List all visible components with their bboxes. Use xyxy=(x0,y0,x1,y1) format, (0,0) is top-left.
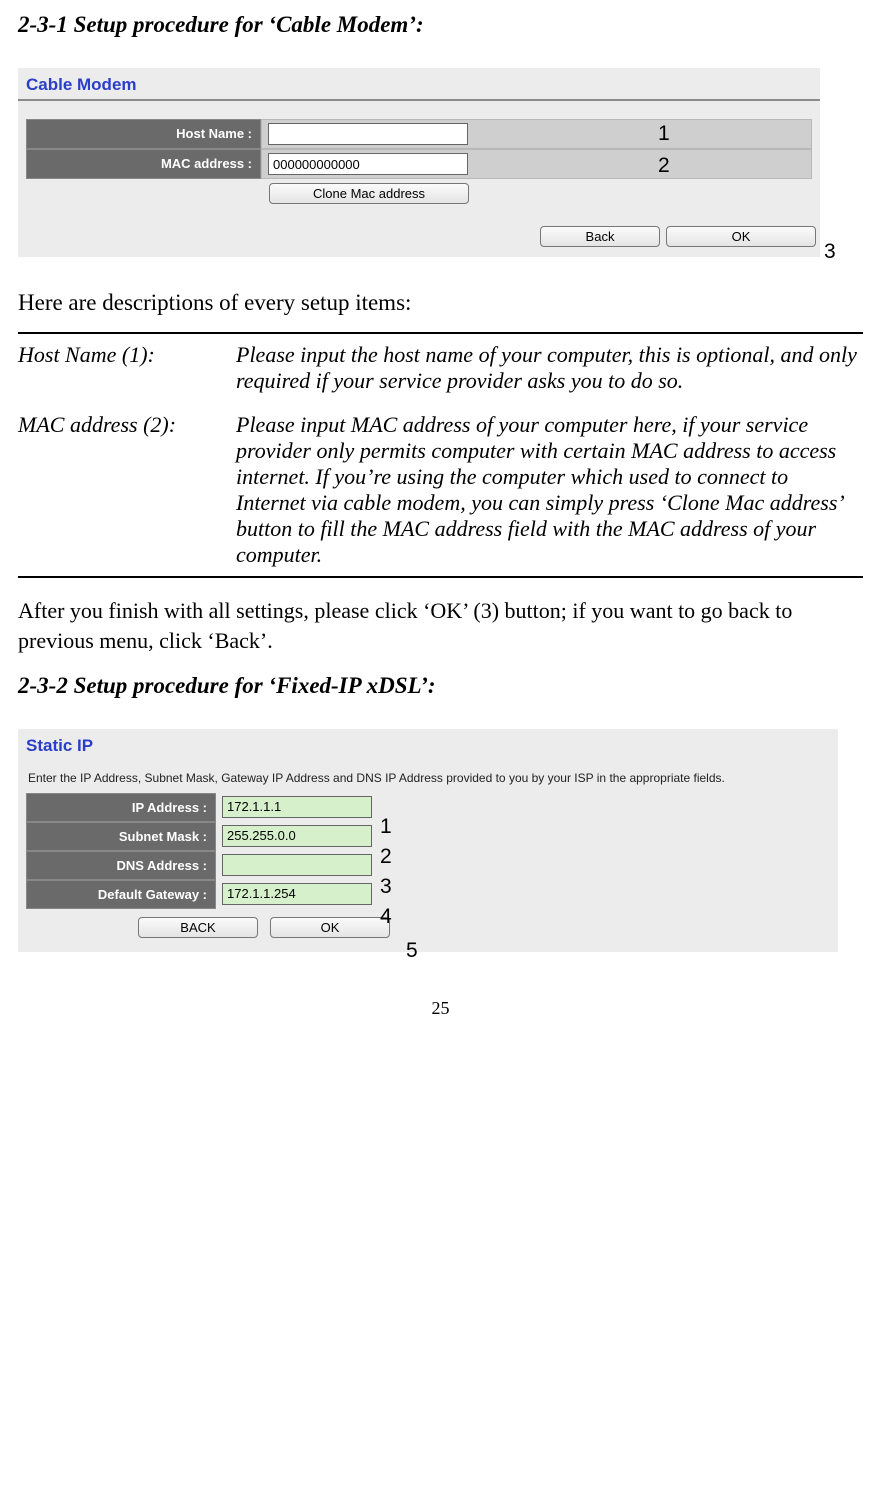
default-gateway-label: Default Gateway : xyxy=(26,880,216,909)
default-gateway-row: Default Gateway : xyxy=(18,880,838,909)
desc-def-mac: Please input MAC address of your compute… xyxy=(236,410,863,570)
clone-mac-button[interactable]: Clone Mac address xyxy=(269,183,469,204)
static-callout-4: 4 xyxy=(380,905,392,929)
callout-2: 2 xyxy=(658,154,670,178)
ip-address-label: IP Address : xyxy=(26,793,216,822)
callout-1: 1 xyxy=(658,122,670,146)
host-name-input[interactable] xyxy=(268,123,468,145)
desc-def-host-name: Please input the host name of your compu… xyxy=(236,340,863,396)
ok-button[interactable]: OK xyxy=(666,226,816,247)
divider-bottom xyxy=(18,576,863,578)
mac-address-input[interactable] xyxy=(268,153,468,175)
ip-address-input[interactable] xyxy=(222,796,372,818)
back-button[interactable]: Back xyxy=(540,226,660,247)
subnet-mask-row: Subnet Mask : xyxy=(18,822,838,851)
static-callout-1: 1 xyxy=(380,815,392,839)
callout-3: 3 xyxy=(824,240,836,264)
page-number: 25 xyxy=(18,998,863,1019)
panel-subtext-static-ip: Enter the IP Address, Subnet Mask, Gatew… xyxy=(18,760,838,792)
dns-address-label: DNS Address : xyxy=(26,851,216,880)
descriptions-table: Host Name (1): Please input the host nam… xyxy=(18,340,863,570)
static-ip-panel: Static IP Enter the IP Address, Subnet M… xyxy=(18,729,838,951)
descriptions-intro: Here are descriptions of every setup ite… xyxy=(18,287,863,318)
ip-address-row: IP Address : xyxy=(18,793,838,822)
desc-term-host-name: Host Name (1): xyxy=(18,340,236,396)
desc-term-mac: MAC address (2): xyxy=(18,410,236,570)
panel-title-static-ip: Static IP xyxy=(18,729,838,760)
default-gateway-input[interactable] xyxy=(222,883,372,905)
dns-address-input[interactable] xyxy=(222,854,372,876)
static-back-button[interactable]: BACK xyxy=(138,917,258,938)
dns-address-row: DNS Address : xyxy=(18,851,838,880)
section-heading-cable-modem: 2-3-1 Setup procedure for ‘Cable Modem’: xyxy=(18,12,863,38)
host-name-row: Host Name : xyxy=(18,119,820,149)
panel-title-cable-modem: Cable Modem xyxy=(18,68,820,101)
mac-address-label: MAC address : xyxy=(26,149,261,179)
static-callout-5: 5 xyxy=(406,939,418,963)
subnet-mask-input[interactable] xyxy=(222,825,372,847)
cable-modem-panel: Cable Modem Host Name : MAC address : Cl… xyxy=(18,68,820,257)
section-heading-fixed-ip: 2-3-2 Setup procedure for ‘Fixed-IP xDSL… xyxy=(18,673,863,699)
static-ok-button[interactable]: OK xyxy=(270,917,390,938)
mac-address-row: MAC address : xyxy=(18,149,820,179)
subnet-mask-label: Subnet Mask : xyxy=(26,822,216,851)
static-callout-3: 3 xyxy=(380,875,392,899)
divider-top xyxy=(18,332,863,334)
after-settings-text: After you finish with all settings, plea… xyxy=(18,596,863,655)
host-name-label: Host Name : xyxy=(26,119,261,149)
static-callout-2: 2 xyxy=(380,845,392,869)
